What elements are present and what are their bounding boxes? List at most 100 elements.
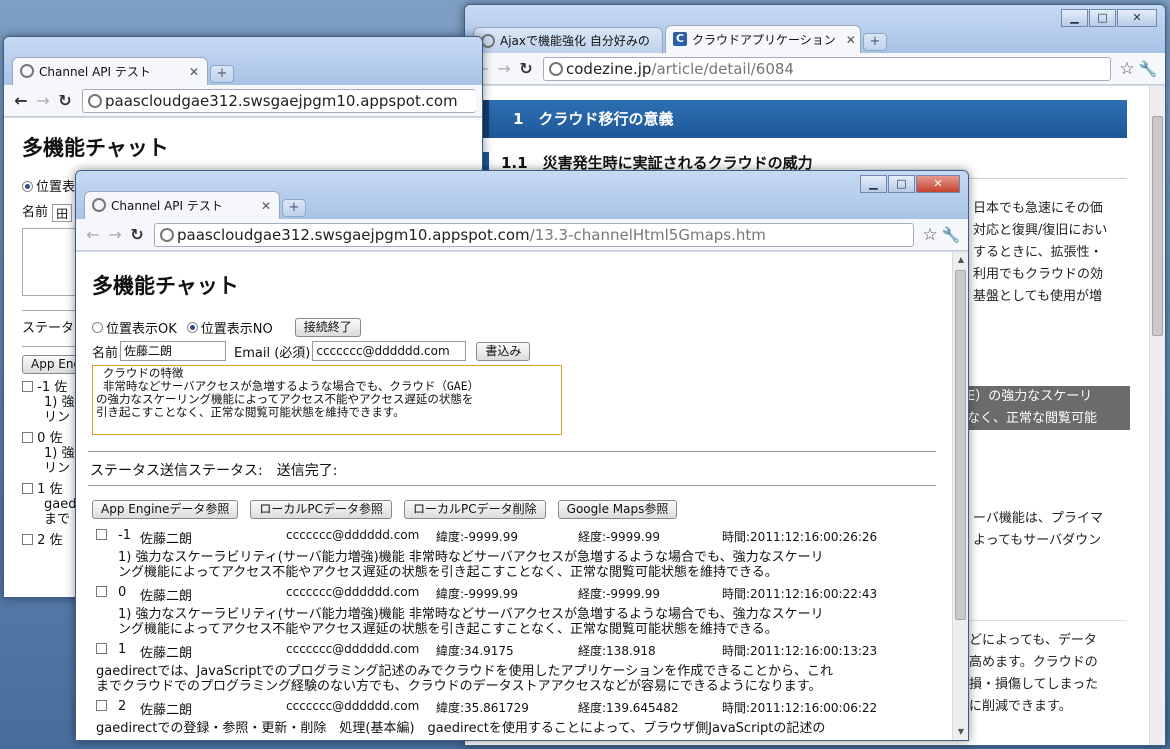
tab-channel-api[interactable]: Channel API テスト ✕ bbox=[12, 57, 208, 85]
entry-latitude: 緯度:-9999.99 bbox=[436, 530, 518, 544]
url-path: /article/detail/6084 bbox=[651, 59, 794, 78]
tab-cloud-app[interactable]: C クラウドアプリケーション ✕ bbox=[665, 25, 861, 53]
tab-label: Ajaxで機能強化 自分好みの bbox=[500, 34, 650, 48]
text-line: E）の強力なスケーリ bbox=[967, 389, 1093, 404]
name-field[interactable]: 田 bbox=[52, 203, 73, 222]
entry-id: 2 bbox=[118, 699, 127, 714]
bookmark-star-icon[interactable]: ☆ bbox=[920, 225, 940, 245]
reload-icon[interactable]: ↻ bbox=[126, 225, 148, 244]
entry-latitude: 緯度:-9999.99 bbox=[436, 587, 518, 601]
name-label: 名前 bbox=[22, 205, 49, 220]
close-window-icon[interactable]: ✕ bbox=[916, 175, 960, 193]
entry-text: 1) 強力なスケーラビリティ(サーバ能力増強)機能 非常時などサーバアクセスが急… bbox=[96, 550, 936, 580]
text-line: までクラウドでのプログラミング経験のない方でも、クラウドのデータストアアクセスな… bbox=[96, 679, 822, 694]
close-tab-icon[interactable]: ✕ bbox=[189, 65, 199, 79]
section-heading: 1 クラウド移行の意義 bbox=[483, 100, 1127, 138]
scroll-down-icon[interactable]: ▼ bbox=[953, 724, 968, 740]
reload-icon[interactable]: ↻ bbox=[54, 91, 76, 110]
text-line: ーバ機能は、プライマ bbox=[973, 511, 1103, 526]
entry-text: gaedirectでの登録・参照・更新・削除 処理(基本編) gaedirect… bbox=[96, 721, 936, 736]
name-field[interactable]: 佐藤二朗 bbox=[120, 341, 227, 361]
minimize-icon[interactable]: ▁ bbox=[1061, 9, 1088, 27]
back-icon[interactable]: ← bbox=[82, 225, 104, 244]
address-bar[interactable]: paascloudgae312.swsgaejpgm10.appspot.com bbox=[82, 88, 476, 113]
text-line: 日本でも急速にその価 bbox=[973, 201, 1103, 216]
form-row: 名前 佐藤二朗 Email (必須) ccccccc@dddddd.com 書込… bbox=[92, 341, 948, 361]
close-tab-icon[interactable]: ✕ bbox=[846, 33, 856, 47]
disconnect-button[interactable]: 接続終了 bbox=[294, 318, 361, 337]
browser-window-chat-front: ▁ □ ✕ Channel API テスト ✕ + ← → ↻ paasclou… bbox=[75, 170, 969, 741]
forward-icon[interactable]: → bbox=[104, 225, 126, 244]
scrollbar[interactable]: ▲ ▼ bbox=[952, 252, 968, 740]
scroll-thumb[interactable] bbox=[1152, 116, 1163, 336]
entry-latitude: 緯度:35.861729 bbox=[436, 701, 529, 715]
text-line: 損・損傷してしまった bbox=[969, 677, 1099, 692]
forward-icon[interactable]: → bbox=[493, 59, 515, 78]
chat-page: 多機能チャット 位置表示OK 位置表示NO 接続終了 名前 佐藤二朗 Email… bbox=[92, 270, 948, 435]
article-paragraph-3: どによっても、データ 高めます。クラウドの 損・損傷してしまった に削減できます… bbox=[969, 630, 1098, 718]
entry-time: 時間:2011:12:16:00:06:22 bbox=[722, 701, 878, 715]
textarea-line: 引き起こすことなく、正常な閲覧可能状態を維持できます。 bbox=[96, 405, 405, 419]
page-title: 多機能チャット bbox=[92, 274, 239, 298]
message-textarea[interactable] bbox=[22, 227, 82, 296]
address-bar[interactable]: codezine.jp/article/detail/6084 bbox=[543, 56, 1111, 81]
close-tab-icon[interactable]: ✕ bbox=[660, 34, 662, 48]
app-engine-data-button[interactable]: App Engineデータ参照 bbox=[92, 500, 239, 519]
checkbox[interactable] bbox=[96, 643, 107, 654]
scrollbar[interactable] bbox=[1149, 86, 1165, 745]
text-line: ング機能によってアクセス不能やアクセス遅延の状態を引き起こすことなく、正常な閲覧… bbox=[118, 565, 778, 580]
local-pc-data-button[interactable]: ローカルPCデータ参照 bbox=[250, 500, 393, 519]
maximize-icon[interactable]: □ bbox=[888, 175, 915, 193]
bookmark-star-icon[interactable]: ☆ bbox=[1117, 59, 1137, 79]
text-line: よってもサーバダウン bbox=[973, 533, 1102, 548]
status-text: ステータス送信ステータス: 送信完了: bbox=[90, 463, 338, 479]
minimize-icon[interactable]: ▁ bbox=[860, 175, 887, 193]
scroll-up-icon[interactable]: ▲ bbox=[953, 252, 968, 268]
entry-id: 2 bbox=[37, 532, 46, 548]
tab-label: Channel API テスト bbox=[111, 199, 223, 213]
close-window-icon[interactable]: ✕ bbox=[1117, 9, 1157, 27]
tab-ajax[interactable]: Ajaxで機能強化 自分好みの ✕ bbox=[473, 27, 663, 53]
new-tab-button[interactable]: + bbox=[282, 199, 306, 217]
wrench-icon[interactable]: 🔧 bbox=[940, 226, 962, 244]
entry-name: 佐 bbox=[49, 532, 63, 548]
write-button[interactable]: 書込み bbox=[476, 341, 531, 361]
checkbox[interactable] bbox=[96, 529, 107, 540]
radio-label: 位置表示OK bbox=[106, 322, 177, 337]
divider bbox=[88, 451, 936, 452]
entry-longitude: 経度:139.645482 bbox=[578, 701, 679, 715]
checkbox[interactable] bbox=[96, 586, 107, 597]
close-tab-icon[interactable]: ✕ bbox=[261, 199, 271, 213]
scroll-thumb[interactable] bbox=[955, 270, 966, 620]
forward-icon[interactable]: → bbox=[32, 91, 54, 110]
entry-longitude: 経度:-9999.99 bbox=[578, 587, 660, 601]
reload-icon[interactable]: ↻ bbox=[515, 59, 537, 78]
wrench-icon[interactable]: 🔧 bbox=[1137, 60, 1159, 78]
text-line: gaedirectでの登録・参照・更新・削除 処理(基本編) gaedirect… bbox=[96, 721, 826, 736]
tab-channel-api[interactable]: Channel API テスト ✕ bbox=[84, 191, 280, 219]
entry-name: 佐藤二朗 bbox=[140, 532, 193, 547]
checkbox[interactable] bbox=[22, 431, 33, 443]
text-line: 対応と復興/復旧におい bbox=[973, 223, 1108, 238]
checkbox[interactable] bbox=[96, 700, 107, 711]
message-textarea[interactable]: クラウドの特徴 非常時などサーバアクセスが急増するような場合でも、クラウド（GA… bbox=[92, 365, 562, 435]
radio-position-no[interactable] bbox=[186, 322, 198, 333]
email-field[interactable]: ccccccc@dddddd.com bbox=[312, 341, 467, 361]
address-bar[interactable]: paascloudgae312.swsgaejpgm10.appspot.com… bbox=[154, 222, 914, 247]
entry-text: 1) 強力なスケーラビリティ(サーバ能力増強)機能 非常時などサーバアクセスが急… bbox=[96, 607, 936, 637]
local-pc-delete-button[interactable]: ローカルPCデータ削除 bbox=[404, 500, 546, 519]
google-maps-button[interactable]: Google Maps参照 bbox=[557, 500, 678, 519]
back-icon[interactable]: ← bbox=[10, 91, 32, 110]
page-title: 多機能チャット bbox=[22, 136, 169, 160]
entry-email: ccccccc@dddddd.com bbox=[286, 528, 420, 542]
radio-button[interactable] bbox=[22, 181, 33, 192]
checkbox[interactable] bbox=[22, 380, 33, 392]
maximize-icon[interactable]: □ bbox=[1089, 9, 1116, 27]
checkbox[interactable] bbox=[22, 533, 33, 545]
text-line: 高めます。クラウドの bbox=[969, 655, 1098, 670]
checkbox[interactable] bbox=[22, 482, 33, 494]
entry-name: 佐藤二朗 bbox=[140, 646, 193, 661]
new-tab-button[interactable]: + bbox=[863, 33, 887, 51]
new-tab-button[interactable]: + bbox=[210, 65, 234, 83]
radio-position-ok[interactable] bbox=[92, 322, 103, 333]
